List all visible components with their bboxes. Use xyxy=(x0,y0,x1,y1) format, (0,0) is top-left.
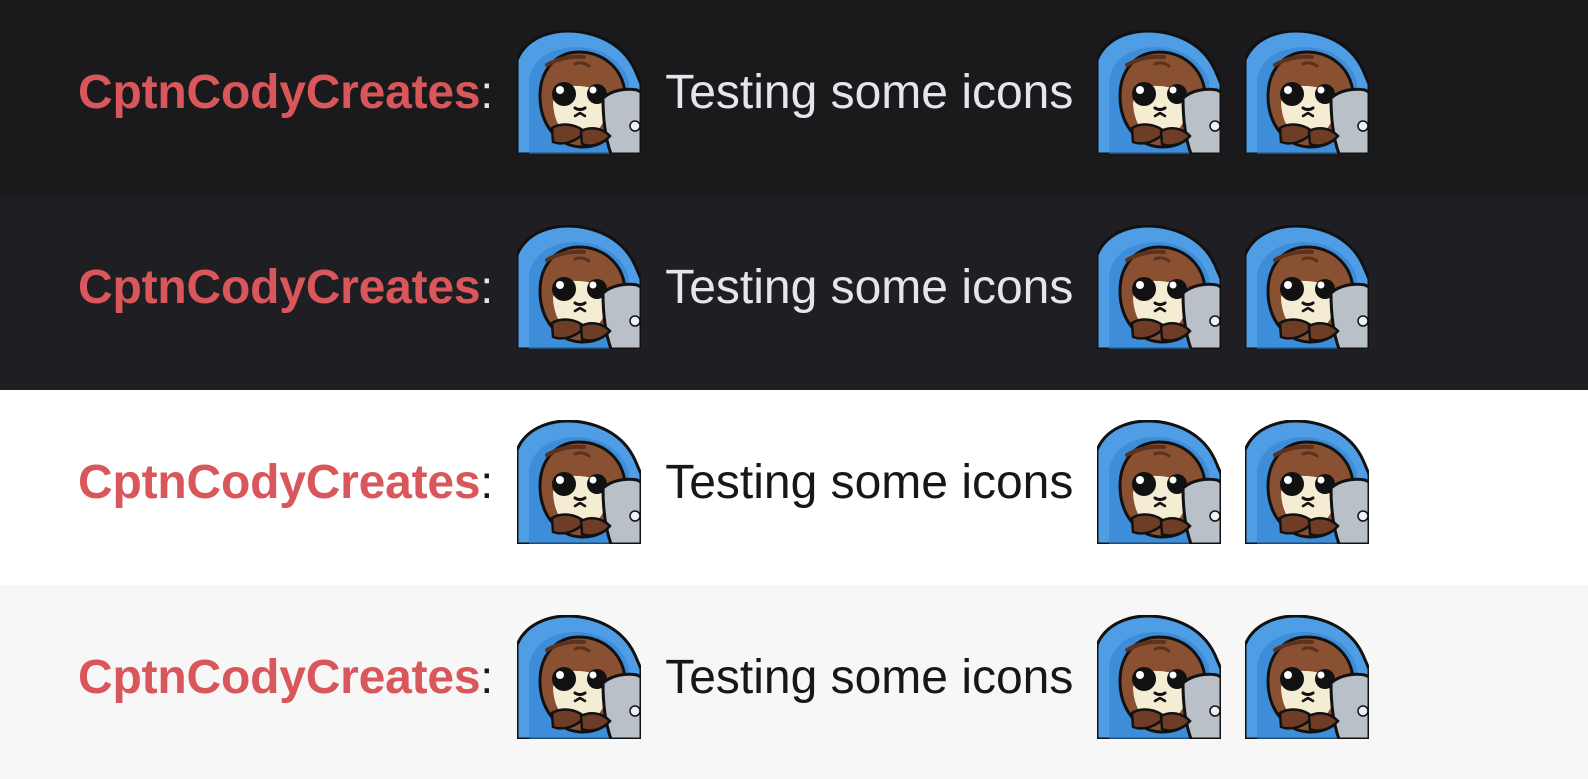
chat-theme-preview: CptnCodyCreates : Testing some icons Cpt… xyxy=(0,0,1588,779)
otter-laptop-icon xyxy=(1245,420,1369,544)
otter-laptop-icon xyxy=(517,420,641,544)
chat-row-dark: CptnCodyCreates : Testing some icons xyxy=(0,0,1588,195)
chat-separator: : xyxy=(480,261,494,313)
chat-username[interactable]: CptnCodyCreates xyxy=(78,650,481,705)
chat-row-light: CptnCodyCreates : Testing some icons xyxy=(0,390,1588,585)
chat-separator: : xyxy=(480,66,494,118)
otter-laptop-icon xyxy=(1097,615,1221,739)
chat-message: CptnCodyCreates : Testing some icons xyxy=(78,225,1369,349)
chat-message: CptnCodyCreates : Testing some icons xyxy=(78,420,1369,544)
chat-username[interactable]: CptnCodyCreates xyxy=(78,260,481,315)
chat-message: CptnCodyCreates : Testing some icons xyxy=(78,615,1369,739)
otter-laptop-icon xyxy=(517,615,641,739)
otter-laptop-icon xyxy=(1245,225,1369,349)
otter-laptop-icon xyxy=(1245,30,1369,154)
otter-laptop-icon xyxy=(1097,420,1221,544)
chat-message-text: Testing some icons xyxy=(665,65,1074,119)
chat-message-text: Testing some icons xyxy=(665,455,1074,509)
chat-message: CptnCodyCreates : Testing some icons xyxy=(78,30,1369,154)
otter-laptop-icon xyxy=(1097,30,1221,154)
otter-laptop-icon xyxy=(1097,225,1221,349)
chat-row-light-alt: CptnCodyCreates : Testing some icons xyxy=(0,585,1588,779)
otter-laptop-icon xyxy=(517,30,641,154)
chat-separator: : xyxy=(480,456,494,508)
chat-username[interactable]: CptnCodyCreates xyxy=(78,65,481,120)
chat-username[interactable]: CptnCodyCreates xyxy=(78,455,481,510)
otter-laptop-icon xyxy=(1245,615,1369,739)
chat-message-text: Testing some icons xyxy=(665,260,1074,314)
chat-message-text: Testing some icons xyxy=(665,650,1074,704)
chat-row-dark-alt: CptnCodyCreates : Testing some icons xyxy=(0,195,1588,390)
otter-laptop-icon xyxy=(517,225,641,349)
chat-separator: : xyxy=(480,651,494,703)
